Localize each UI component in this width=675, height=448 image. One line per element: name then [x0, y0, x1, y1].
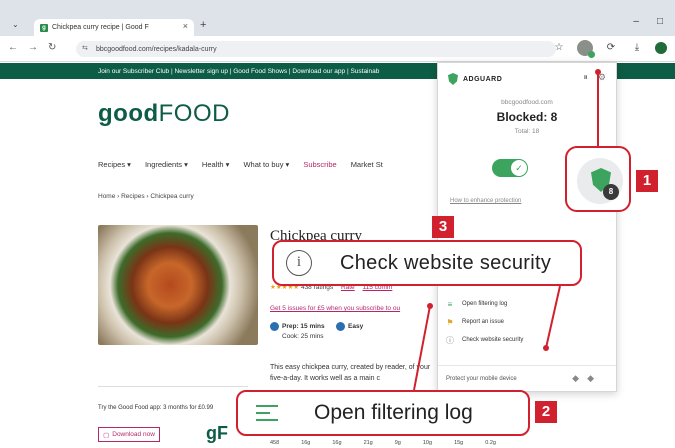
menu-label: Open filtering log — [462, 301, 508, 307]
popup-footer: Protect your mobile device ◆◆ — [438, 365, 616, 391]
leader-dot-2 — [427, 303, 433, 309]
app-promo-text: Try the Good Food app: 3 months for £0.9… — [98, 405, 214, 411]
maximize-button[interactable]: □ — [657, 16, 663, 27]
recipe-meta: Prep: 15 mins Cook: 25 mins Easy — [270, 322, 363, 342]
info-icon: i — [286, 250, 312, 276]
clock-icon — [270, 322, 279, 331]
nav-market[interactable]: Market St — [351, 160, 383, 169]
address-bar[interactable]: ⇆ bbcgoodfood.com/recipes/kadala-curry — [76, 41, 556, 57]
recipe-description: This easy chickpea curry, created by rea… — [270, 364, 431, 382]
popup-menu: ≡ Open filtering log ⚑ Report an issue ⓘ… — [446, 295, 610, 349]
back-icon[interactable]: ← — [8, 42, 18, 53]
nav-recipes[interactable]: Recipes ▾ — [98, 160, 131, 169]
menu-report-issue[interactable]: ⚑ Report an issue — [446, 313, 610, 331]
nutrition-row: 458 16g 16g 21g 9g 10g 15g 0.2g — [270, 440, 496, 446]
reload-icon[interactable]: ↻ — [48, 42, 56, 53]
forward-icon[interactable]: → — [28, 42, 38, 53]
site-info-icon[interactable]: ⇆ — [82, 44, 88, 52]
site-domain: bbcgoodfood.com — [501, 99, 553, 106]
phone-icon: ▢ — [103, 431, 110, 439]
footer-text[interactable]: Protect your mobile device — [446, 376, 517, 382]
cook-time: Cook: 25 mins — [282, 333, 324, 341]
check-icon: ✓ — [511, 160, 527, 176]
protection-toggle[interactable]: ✓ — [492, 159, 528, 177]
menu-label: Check website security — [462, 337, 524, 343]
adguard-popup: ADGUARD ⏸ ⚙ bbcgoodfood.com Blocked: 8 T… — [437, 62, 617, 392]
tab-search-icon[interactable]: ⌄ — [12, 20, 19, 29]
nutrition-value: 0.2g — [485, 440, 496, 446]
step-number-3: 3 — [432, 216, 454, 238]
adguard-header: ADGUARD — [448, 73, 502, 85]
logo-light: FOOD — [158, 100, 230, 127]
nutrition-value: 16g — [332, 440, 342, 446]
enhance-protection-link[interactable]: How to enhance protection — [450, 198, 521, 204]
tab-strip: ⌄ g Chickpea curry recipe | Good F × + –… — [0, 0, 675, 36]
total-count: Total: 18 — [514, 128, 540, 135]
mobile-os-icons[interactable]: ◆◆ — [572, 373, 602, 384]
favicon-icon: g — [40, 23, 48, 32]
callout-security-label: Check website security — [340, 251, 552, 274]
popup-header-buttons: ⏸ ⚙ — [583, 72, 606, 83]
subscribe-offer-link[interactable]: Get 5 issues for £5 when you subscribe t… — [270, 305, 400, 312]
menu-check-security[interactable]: ⓘ Check website security — [446, 331, 610, 349]
breadcrumb[interactable]: Home › Recipes › Chickpea curry — [98, 193, 194, 200]
nutrition-value: 458 — [270, 440, 280, 446]
goodfood-logo[interactable]: goodFOOD — [98, 100, 230, 128]
promo-bar-text[interactable]: Join our Subscriber Club | Newsletter si… — [98, 68, 379, 75]
nutrition-value: 21g — [363, 440, 373, 446]
flag-icon: ⚑ — [446, 317, 454, 327]
bookmark-star-icon[interactable]: ☆ — [551, 40, 567, 56]
url-text: bbcgoodfood.com/recipes/kadala-curry — [96, 45, 217, 53]
difficulty: Easy — [348, 323, 364, 331]
difficulty-icon — [336, 322, 345, 331]
window-controls: – □ — [633, 16, 663, 27]
toolbar: ← → ↻ ⇆ bbcgoodfood.com/recipes/kadala-c… — [0, 36, 675, 62]
new-tab-button[interactable]: + — [200, 19, 206, 31]
tab-close-icon[interactable]: × — [183, 21, 188, 31]
extensions-icon[interactable]: ⟳ — [603, 40, 619, 56]
download-now-button[interactable]: ▢ Download now — [98, 427, 160, 442]
blocked-badge-count: 8 — [603, 184, 619, 200]
callout-log-label: Open filtering log — [314, 401, 473, 424]
blocked-count: Blocked: 8 — [496, 110, 558, 124]
step-number-2: 2 — [535, 401, 557, 423]
settings-gear-icon[interactable]: ⚙ — [598, 72, 606, 83]
callout-filtering-log: Open filtering log — [236, 390, 530, 436]
minimize-button[interactable]: – — [633, 16, 639, 27]
pause-icon[interactable]: ⏸ — [583, 72, 588, 83]
toolbar-icons: ☆ ⟳ ⤓ — [551, 40, 667, 58]
logo-bold: good — [98, 100, 159, 127]
nav-subscribe[interactable]: Subscribe — [303, 160, 336, 169]
nutrition-value: 15g — [454, 440, 464, 446]
menu-open-filtering-log[interactable]: ≡ Open filtering log — [446, 295, 610, 313]
nav-health[interactable]: Health ▾ — [202, 160, 230, 169]
step-number-1: 1 — [636, 170, 658, 192]
nutrition-value: 9g — [394, 440, 401, 446]
tab-title: Chickpea curry recipe | Good F — [52, 24, 149, 31]
download-label: Download now — [112, 431, 155, 438]
download-icon[interactable]: ⤓ — [629, 40, 645, 56]
browser-tab[interactable]: g Chickpea curry recipe | Good F × — [34, 19, 194, 36]
prep-time: Prep: 15 mins — [282, 323, 325, 331]
callout-check-security: i Check website security — [272, 240, 582, 286]
list-icon — [256, 405, 278, 421]
adguard-brand: ADGUARD — [463, 75, 503, 83]
list-icon: ≡ — [447, 299, 453, 309]
nav-ingredients[interactable]: Ingredients ▾ — [145, 160, 188, 169]
gf-app-logo: gF — [206, 423, 228, 443]
adguard-extension-icon[interactable] — [577, 40, 595, 58]
avatar[interactable] — [655, 42, 667, 54]
recipe-image — [98, 225, 258, 345]
nav-what-to-buy[interactable]: What to buy ▾ — [243, 160, 289, 169]
zoomed-extension-badge: 8 — [565, 146, 631, 212]
main-nav: Recipes ▾ Ingredients ▾ Health ▾ What to… — [98, 160, 383, 169]
menu-label: Report an issue — [462, 319, 505, 325]
nutrition-value: 10g — [422, 440, 433, 446]
adguard-shield-icon — [448, 73, 458, 85]
nutrition-value: 16g — [301, 440, 311, 446]
info-icon: ⓘ — [446, 335, 454, 345]
